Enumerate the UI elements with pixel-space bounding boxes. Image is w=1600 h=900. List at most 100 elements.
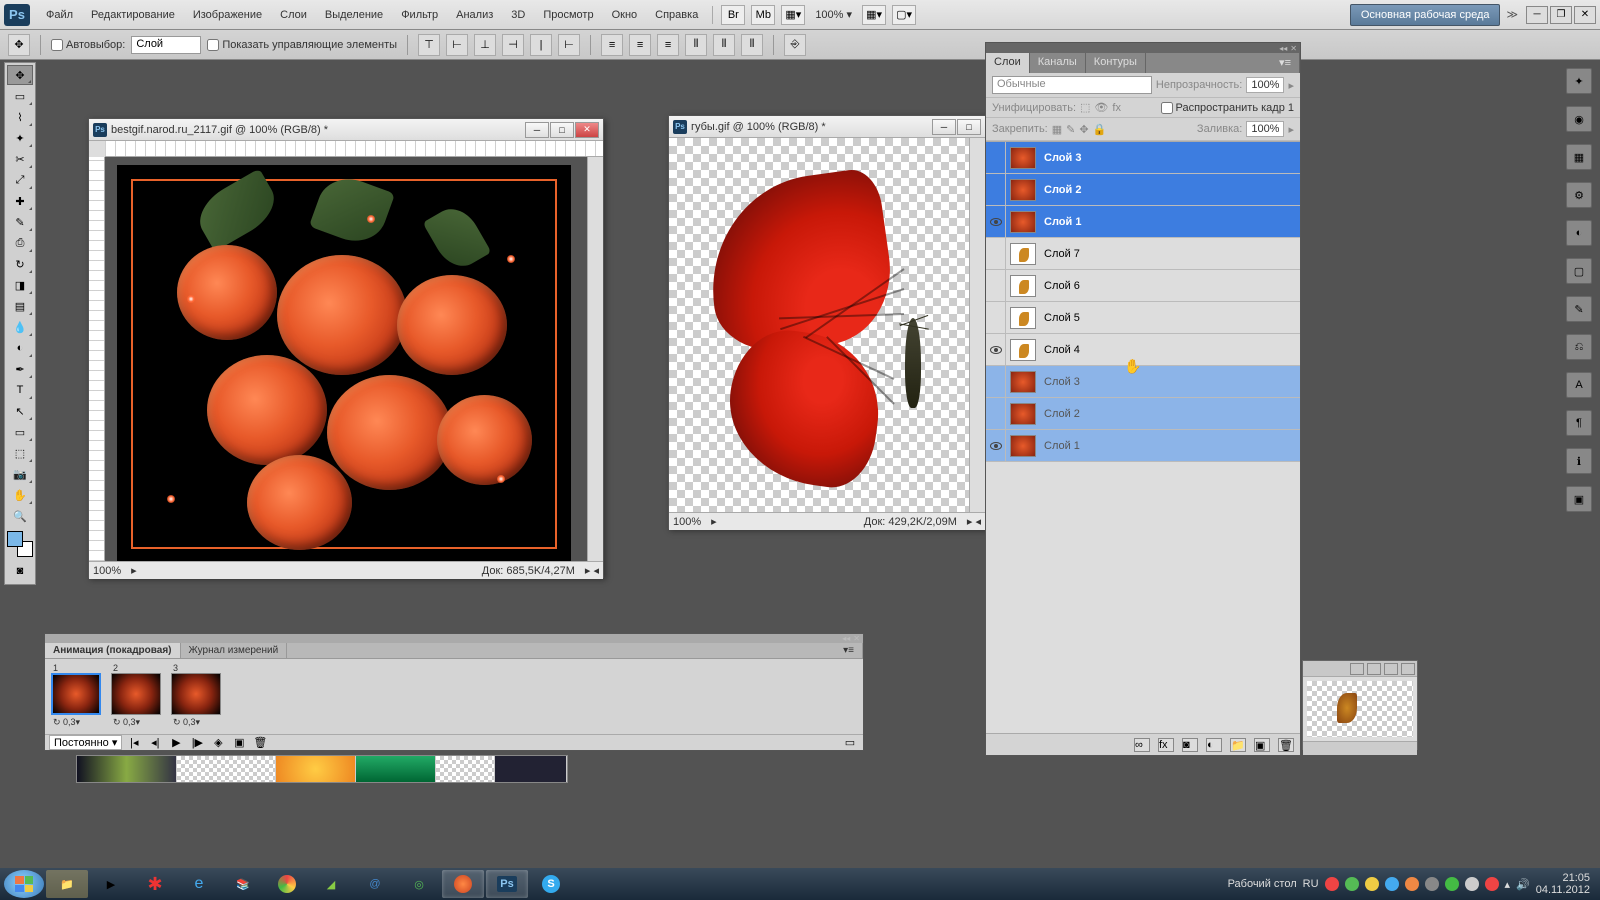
start-button[interactable] (4, 870, 44, 898)
frame-delay[interactable]: ↻ 0,3▾ (171, 715, 225, 730)
align-bottom-icon[interactable]: ⊥ (474, 34, 496, 56)
adjustment-layer-icon[interactable]: ◐ (1206, 738, 1222, 752)
panel-close-icon[interactable]: ✕ (853, 634, 860, 643)
layer-fx-icon[interactable]: fx (1158, 738, 1174, 752)
autoselect-target[interactable]: Слой (131, 36, 201, 54)
layer-visibility-toggle[interactable] (986, 334, 1006, 366)
task-skype[interactable]: S (530, 870, 572, 898)
layer-name[interactable]: Слой 2 (1044, 184, 1081, 196)
layer-name[interactable]: Слой 7 (1044, 248, 1080, 260)
heal-tool[interactable]: ✚ (7, 191, 33, 211)
screen-mode-icon[interactable]: ▢▾ (892, 5, 916, 25)
doc1-zoom[interactable]: 100% (93, 565, 121, 577)
document-window-2[interactable]: Ps губы.gif @ 100% (RGB/8) * ─ □ 100% (668, 115, 986, 529)
mini-icon-4[interactable] (1401, 663, 1415, 675)
masks-panel-icon[interactable]: ▢ (1566, 258, 1592, 284)
expand-icon[interactable]: ≫ (1506, 8, 1518, 21)
menu-select[interactable]: Выделение (317, 5, 391, 25)
panel-close-icon[interactable]: ✕ (1290, 44, 1297, 53)
close-button[interactable]: ✕ (1574, 6, 1596, 24)
distribute-top-icon[interactable]: ≡ (601, 34, 623, 56)
show-transform-checkbox[interactable]: Показать управляющие элементы (207, 39, 397, 51)
task-explorer[interactable]: 📁 (46, 870, 88, 898)
doc2-titlebar[interactable]: Ps губы.gif @ 100% (RGB/8) * ─ □ (669, 116, 985, 138)
lasso-tool[interactable]: ⌇ (7, 107, 33, 127)
task-media-player[interactable]: ▶ (90, 870, 132, 898)
distribute-left-icon[interactable]: ⫴ (685, 34, 707, 56)
workspace-selector[interactable]: Основная рабочая среда (1350, 4, 1501, 26)
task-mail[interactable]: @ (354, 870, 396, 898)
menu-image[interactable]: Изображение (185, 5, 270, 25)
zoom-tool[interactable]: 🔍 (7, 506, 33, 526)
layer-name[interactable]: Слой 5 (1044, 312, 1080, 324)
lock-transparent-icon[interactable]: ▦ (1052, 123, 1062, 136)
maximize-button[interactable]: ❐ (1550, 6, 1572, 24)
menu-view[interactable]: Просмотр (535, 5, 601, 25)
layer-row[interactable]: Слой 5 (986, 302, 1300, 334)
navigator-panel-icon[interactable]: ▣ (1566, 486, 1592, 512)
3d-tool[interactable]: ⬚ (7, 443, 33, 463)
clone-panel-icon[interactable]: ⎌ (1566, 334, 1592, 360)
anim-collapse-bar[interactable]: ◂◂✕ (45, 634, 863, 643)
opacity-field[interactable]: 100% (1246, 77, 1284, 93)
frame-delay[interactable]: ↻ 0,3▾ (51, 715, 105, 730)
desktop-label[interactable]: Рабочий стол (1228, 878, 1297, 890)
layer-visibility-toggle[interactable] (986, 174, 1006, 206)
tab-channels[interactable]: Каналы (1030, 53, 1086, 73)
new-frame-button[interactable]: ▣ (230, 736, 248, 750)
first-frame-button[interactable]: |◂ (125, 736, 143, 750)
layer-row[interactable]: Слой 6 (986, 270, 1300, 302)
launch-bridge-icon[interactable]: Br (721, 5, 745, 25)
tray-icon-7[interactable] (1445, 877, 1459, 891)
frame-thumbnail[interactable] (171, 673, 221, 715)
tray-up-icon[interactable]: ▴ (1505, 878, 1511, 891)
task-ie[interactable]: e (178, 870, 220, 898)
tray-icon-2[interactable] (1345, 877, 1359, 891)
history-panel-icon[interactable]: ✦ (1566, 68, 1592, 94)
layer-thumbnail[interactable] (1010, 243, 1036, 265)
delete-frame-button[interactable]: 🗑 (251, 736, 269, 750)
layer-name[interactable]: Слой 4 (1044, 344, 1080, 356)
tween-button[interactable]: ◈ (209, 736, 227, 750)
document-window-1[interactable]: Ps bestgif.narod.ru_2117.gif @ 100% (RGB… (88, 118, 604, 578)
loop-select[interactable]: Постоянно ▾ (49, 735, 122, 750)
menu-layers[interactable]: Слои (272, 5, 315, 25)
autoselect-checkbox[interactable]: Автовыбор: (51, 39, 125, 51)
menu-window[interactable]: Окно (604, 5, 646, 25)
frame-thumbnail[interactable] (111, 673, 161, 715)
layer-group-icon[interactable]: 📁 (1230, 738, 1246, 752)
tray-icon-9[interactable] (1485, 877, 1499, 891)
swatches-panel-icon[interactable]: ▦ (1566, 144, 1592, 170)
view-extras-icon[interactable]: ▦▾ (781, 5, 805, 25)
quickmask-tool[interactable]: ◙ (7, 561, 33, 581)
character-panel-icon[interactable]: A (1566, 372, 1592, 398)
tray-icon-4[interactable] (1385, 877, 1399, 891)
unify-style-icon[interactable]: fx (1112, 102, 1121, 114)
wand-tool[interactable]: ✦ (7, 128, 33, 148)
panel-menu-icon[interactable]: ▾≡ (1271, 53, 1300, 73)
delete-layer-icon[interactable]: 🗑 (1278, 738, 1294, 752)
frame-thumbnail[interactable] (51, 673, 101, 715)
tab-animation[interactable]: Анимация (покадровая) (45, 643, 181, 658)
doc2-maximize-button[interactable]: □ (957, 119, 981, 135)
layer-visibility-toggle[interactable] (986, 430, 1006, 462)
clock[interactable]: 21:05 04.11.2012 (1536, 872, 1590, 896)
doc2-zoom[interactable]: 100% (673, 516, 701, 528)
frame-delay[interactable]: ↻ 0,3▾ (111, 715, 165, 730)
align-left-icon[interactable]: ⊣ (502, 34, 524, 56)
task-chrome[interactable] (266, 870, 308, 898)
tray-icon-8[interactable] (1465, 877, 1479, 891)
layer-thumbnail[interactable] (1010, 275, 1036, 297)
layer-row[interactable]: Слой 4 (986, 334, 1300, 366)
tray-icon-3[interactable] (1365, 877, 1379, 891)
tray-icon-6[interactable] (1425, 877, 1439, 891)
lock-position-icon[interactable]: ✥ (1079, 123, 1088, 136)
panel-collapse-bar[interactable]: ◂◂✕ (986, 43, 1300, 53)
thumbnail-strip[interactable] (76, 755, 568, 783)
tab-paths[interactable]: Контуры (1086, 53, 1146, 73)
doc1-maximize-button[interactable]: □ (550, 122, 574, 138)
mini-icon-3[interactable] (1384, 663, 1398, 675)
doc1-minimize-button[interactable]: ─ (525, 122, 549, 138)
zoom-level[interactable]: 100% ▾ (809, 6, 858, 23)
layer-visibility-toggle[interactable] (986, 142, 1006, 174)
